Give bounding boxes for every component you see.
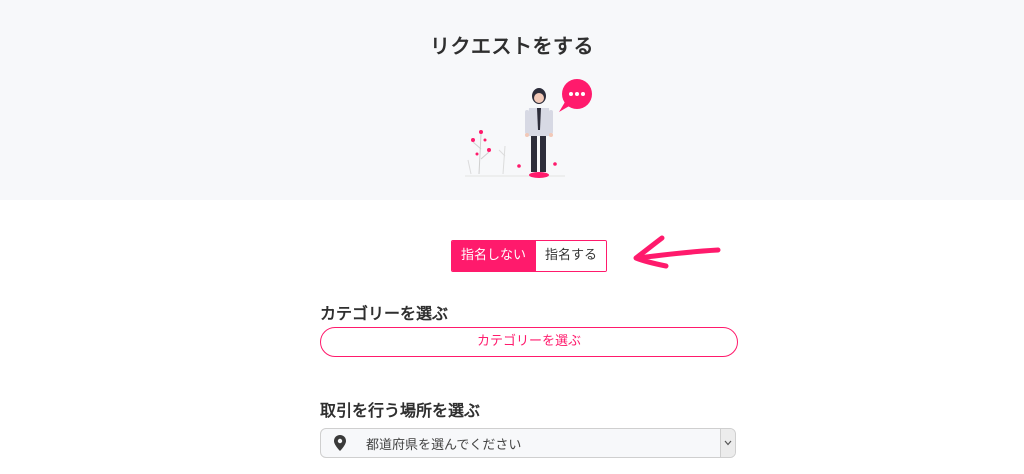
prefecture-select-value: 都道府県を選んでください	[366, 437, 522, 453]
chevron-down-icon	[724, 440, 732, 446]
arrow-left-icon	[633, 235, 721, 269]
location-section-label: 取引を行う場所を選ぶ	[320, 401, 481, 420]
toggle-designate[interactable]: 指名する	[535, 241, 607, 271]
select-category-button[interactable]: カテゴリーを選ぶ	[320, 327, 738, 357]
hero-section: リクエストをする	[0, 0, 1024, 200]
category-section-label: カテゴリーを選ぶ	[320, 304, 449, 323]
woman-request-illustration	[465, 79, 592, 178]
map-pin-icon	[334, 435, 346, 451]
dropdown-toggle[interactable]	[720, 429, 735, 457]
designation-toggle: 指名しない 指名する	[451, 240, 608, 272]
prefecture-select[interactable]: 都道府県を選んでください	[320, 428, 736, 458]
toggle-no-designation[interactable]: 指名しない	[452, 241, 536, 271]
page-title: リクエストをする	[430, 34, 594, 58]
